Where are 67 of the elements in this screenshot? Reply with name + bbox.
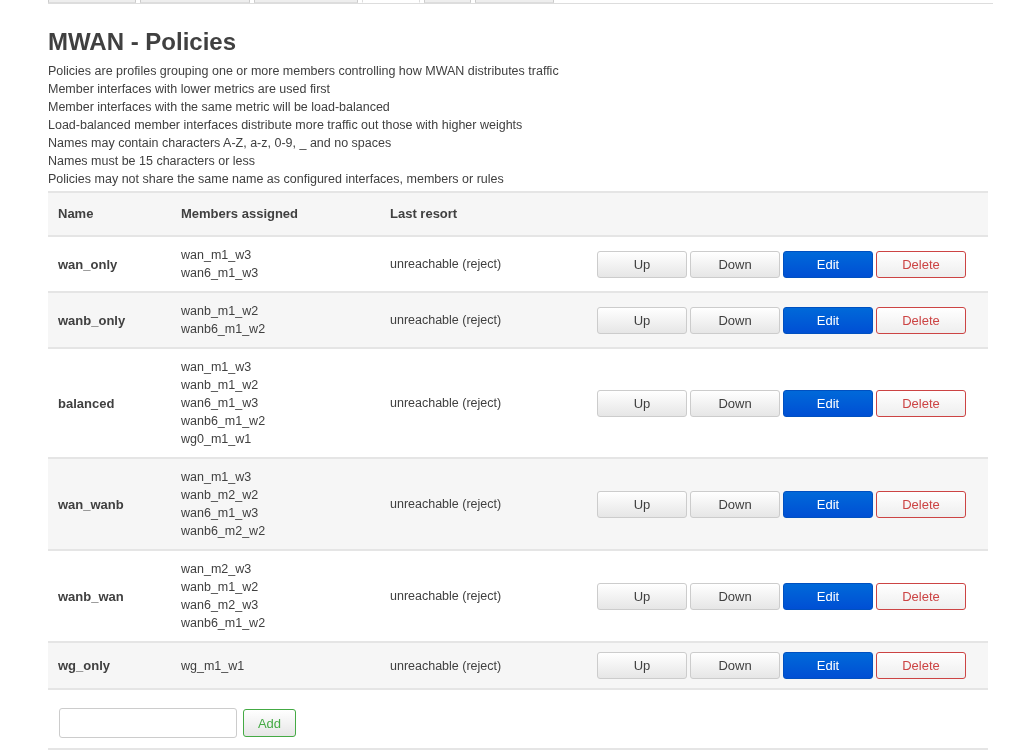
last-resort: unreachable (reject) (390, 658, 503, 673)
member-name: wan6_m2_w3 (181, 597, 260, 614)
edit-button[interactable]: Edit (783, 490, 873, 518)
member-name: wanb6_m1_w2 (181, 413, 267, 430)
member-name: wg0_m1_w1 (181, 431, 253, 448)
member-name: wanb6_m1_w2 (181, 321, 267, 338)
column-header: Members assigned (181, 205, 300, 223)
description-line: Policies may not share the same name as configured interfaces, members or rules (48, 171, 505, 188)
member-name: wan6_m1_w3 (181, 265, 260, 282)
down-button[interactable]: Down (690, 250, 780, 278)
description-line: Member interfaces with lower metrics are used first (48, 81, 332, 98)
member-name: wanb6_m2_w2 (181, 523, 267, 540)
member-name: wg_m1_w1 (181, 657, 246, 675)
delete-button[interactable]: Delete (876, 306, 966, 334)
down-button[interactable]: Down (690, 582, 780, 610)
column-header: Last resort (390, 205, 459, 223)
up-button[interactable]: Up (597, 250, 687, 278)
policy-name: wg_only (57, 658, 111, 673)
last-resort: unreachable (reject) (390, 313, 503, 327)
up-button[interactable]: Up (597, 490, 687, 518)
edit-button[interactable]: Edit (783, 250, 873, 278)
delete-button[interactable]: Delete (876, 490, 966, 518)
member-name: wan_m2_w3 (181, 561, 253, 578)
policy-name: wanb_only (57, 312, 127, 328)
column-header: Name (57, 205, 95, 223)
member-name: wan_m1_w3 (181, 469, 253, 486)
member-name: wan_m1_w3 (181, 359, 253, 376)
delete-button[interactable]: Delete (876, 652, 966, 679)
last-resort: unreachable (reject) (390, 396, 503, 410)
policy-name-input[interactable] (59, 708, 237, 738)
last-resort: unreachable (reject) (390, 257, 503, 271)
delete-button[interactable]: Delete (876, 582, 966, 610)
page-title: MWAN - Policies (48, 28, 238, 56)
description-line: Policies are profiles grouping one or more members controlling how MWAN distributes traffic (48, 63, 560, 80)
policy-name: wanb_wan (57, 588, 125, 604)
edit-button[interactable]: Edit (783, 389, 873, 417)
up-button[interactable]: Up (597, 389, 687, 417)
last-resort: unreachable (reject) (390, 497, 503, 511)
member-name: wanb6_m1_w2 (181, 615, 267, 632)
edit-button[interactable]: Edit (783, 652, 873, 679)
tab[interactable] (362, 0, 420, 3)
down-button[interactable]: Down (690, 389, 780, 417)
policy-name: wan_wanb (57, 496, 125, 512)
down-button[interactable]: Down (690, 306, 780, 334)
delete-button[interactable]: Delete (876, 250, 966, 278)
delete-button[interactable]: Delete (876, 389, 966, 417)
edit-button[interactable]: Edit (783, 582, 873, 610)
down-button[interactable]: Down (690, 652, 780, 679)
policy-name: wan_only (57, 256, 119, 272)
edit-button[interactable]: Edit (783, 306, 873, 334)
member-name: wan6_m1_w3 (181, 395, 260, 412)
member-name: wanb_m1_w2 (181, 303, 260, 320)
member-name: wan6_m1_w3 (181, 505, 260, 522)
description-line: Names must be 15 characters or less (48, 153, 257, 170)
last-resort: unreachable (reject) (390, 589, 503, 603)
up-button[interactable]: Up (597, 582, 687, 610)
down-button[interactable]: Down (690, 490, 780, 518)
member-name: wanb_m1_w2 (181, 377, 260, 394)
member-name: wanb_m2_w2 (181, 487, 260, 504)
description-line: Load-balanced member interfaces distribute more traffic out those with higher weights (48, 117, 524, 134)
member-name: wan_m1_w3 (181, 247, 253, 264)
description-line: Names may contain characters A-Z, a-z, 0-9, _ and no spaces (48, 135, 393, 152)
description-line: Member interfaces with the same metric will be load-balanced (48, 99, 391, 116)
member-name: wanb_m1_w2 (181, 579, 260, 596)
up-button[interactable]: Up (597, 652, 687, 679)
policy-name: balanced (57, 395, 116, 411)
up-button[interactable]: Up (597, 306, 687, 334)
